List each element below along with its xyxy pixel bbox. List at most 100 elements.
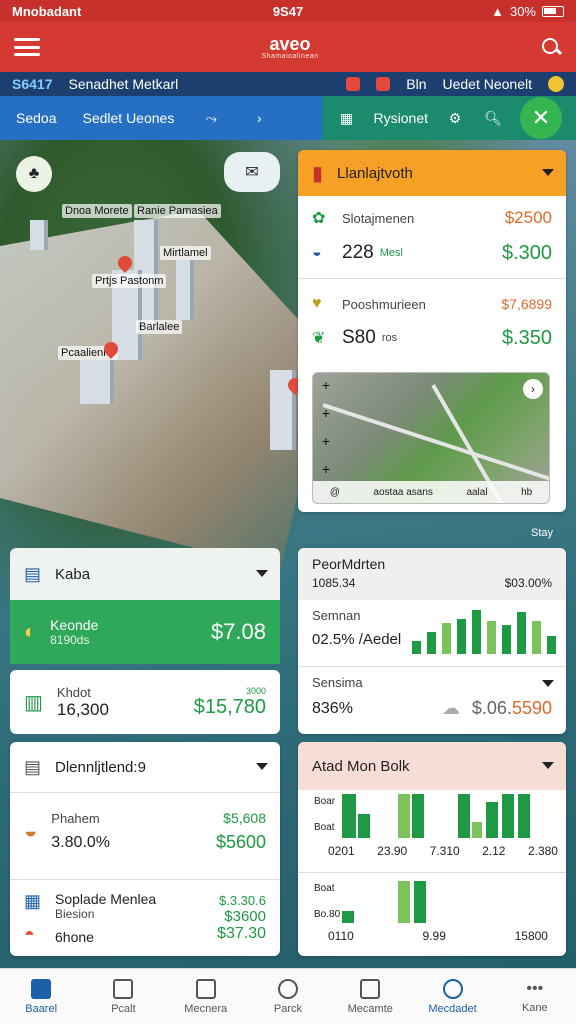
map-label[interactable]: Ranie Pamasiea [134,204,221,218]
listing-row[interactable]: ❦ S80 ros $.350 [298,321,566,355]
building [30,220,48,250]
chevron-down-icon[interactable] [256,569,268,579]
route-icon[interactable]: ⤳ [200,107,222,129]
map-label[interactable]: Dnoa Morete [62,204,132,218]
alert-icon[interactable] [346,77,361,91]
map-label[interactable]: Barlalee [136,320,183,334]
listing-card-title: Llanlajtvoth [337,164,413,182]
stats-card-header[interactable]: PeorMdrten 1085.34 $03.00% [298,548,566,600]
mini-map[interactable]: + + + + › @ aostaa asans aalal hb [312,372,550,504]
nav-item-doc[interactable]: Mecamte [329,969,411,1024]
highlight-price: $7.08 [210,619,266,644]
kaba-row[interactable]: ▥ Khdot 16,300 3000 $15,780 [10,670,280,734]
more-icon: ••• [526,979,544,997]
zoom-in-icon[interactable]: + [322,461,330,477]
tick-label: 7.310 [429,844,460,858]
nav-item-account[interactable]: Mecdadet [411,969,493,1024]
diner-row[interactable]: ◒ Phahem 3.80.0% $5,608 $5600 [10,793,280,869]
chart-bar [458,794,470,838]
chevron-down-icon[interactable] [256,762,268,772]
listing-row[interactable]: ✿ Slotajmenen $2500 [298,200,566,236]
listing-row[interactable]: ♥ Pooshmurieen $7,6899 [298,287,566,321]
app-bar: aveo Shamaioalinean [0,22,576,72]
close-icon[interactable]: ✕ [520,97,562,139]
zoom-in-icon[interactable]: + [322,433,330,449]
cloud-icon: ☁ [441,698,460,718]
chart-bar [412,794,424,838]
chart-label: Boar [314,796,336,807]
ticker-item: Bln [406,76,427,92]
nav-item-shop[interactable]: Pcalt [82,969,164,1024]
row-price: $15,780 [193,695,266,718]
flag-icon[interactable] [376,77,391,91]
bowl-icon: ◒ [312,244,322,261]
toolbar-tab-b[interactable]: Sedlet Ueones [82,110,174,126]
row-value: 836% [312,699,353,717]
chart-bar [414,881,426,923]
chevron-right-icon[interactable]: › [248,107,270,129]
building-icon: ▮ [312,162,324,185]
row-price-b: 5590 [511,698,552,718]
stats-row[interactable]: Sensima 836% ☁ $.06. 5590 [298,667,566,733]
leaf-icon: ❦ [312,330,326,347]
map-label[interactable]: Prtjs Pastonm [92,274,167,288]
gear-icon[interactable]: ⚙ [444,107,466,129]
row-price: $.300 [501,241,552,264]
nav-item-park[interactable]: Parck [247,969,329,1024]
zoom-in-icon[interactable]: + [322,405,330,421]
search-icon[interactable] [540,36,562,58]
mail-icon[interactable]: ✉ [224,152,280,192]
nav-label: Kane [521,1001,548,1014]
listing-row[interactable]: ◒ 228 Mesl $.300 [298,236,566,270]
coin-icon[interactable] [548,76,564,92]
chart-bar [427,632,436,654]
kaba-card-header[interactable]: ▤ Kaba [10,548,280,600]
nav-label: Mecdadet [428,1002,477,1015]
chart-bar [502,625,511,654]
search-icon[interactable]: 🔍︎ [482,107,504,129]
map-label[interactable]: Stay [528,526,556,540]
zoom-controls[interactable]: + + + + [317,377,335,477]
tick-label: 15800 [514,929,548,943]
bars-card-header[interactable]: Atad Mon Bolk [298,742,566,790]
location-icon[interactable]: ♣ [16,156,52,192]
chevron-down-icon[interactable] [542,168,554,178]
logo-text: aveo [269,33,311,54]
row-value: 228 [342,242,374,263]
mini-map-text: aalal [466,486,488,498]
lemon-icon: ◐ [24,620,37,643]
row-price-a: $.3.30.6 [219,893,266,908]
toolbar-tab-a[interactable]: Sedoa [16,110,56,126]
chart-label: Boat [314,883,335,894]
map-label[interactable]: Mirtlamel [160,246,211,260]
toolbar-right-label[interactable]: Rysionet [374,110,428,126]
diner-row[interactable]: ▦ ◓ Soplade Menlea Biesion 6hone $.3.30.… [10,880,280,956]
chevron-down-icon[interactable] [542,761,554,771]
kaba-highlight-row[interactable]: ◐ Keonde 8190ds $7.08 [10,600,280,664]
mini-map-text: @ [329,486,340,498]
nav-item-more[interactable]: ••• Kane [494,969,576,1024]
shop-icon: ▥ [24,691,43,714]
store-icon: ▦ [24,891,42,911]
mini-map-bar: @ aostaa asans aalal hb [313,481,549,503]
stats-row[interactable]: Semnan 02.5% /Aedel [298,600,566,666]
nav-item-chart[interactable]: Mecnera [165,969,247,1024]
chart-bar [502,794,514,838]
chart-bar [487,621,496,654]
grid-icon[interactable]: ▦ [336,107,358,129]
ticker-bar: S6417 Senadhet Metkarl Bln Uedet Neonelt [0,72,576,96]
row-tag: Mesl [379,247,403,259]
listing-card-header[interactable]: ▮ Llanlajtvoth [298,150,566,196]
diner-card-header[interactable]: ▤ Dlennljtlend:9 [10,742,280,792]
bars-card: Atad Mon Bolk Boar Boat 0201 23.90 7.310… [298,742,566,956]
building [80,360,114,404]
expand-icon[interactable]: › [523,379,543,399]
zoom-in-icon[interactable]: + [322,377,330,393]
menu-icon[interactable] [14,38,40,56]
chevron-down-icon[interactable] [542,679,554,689]
row-label: Sensima [312,675,363,690]
chart-bar [517,612,526,654]
row-value: 6hone [55,929,94,945]
nav-item-home[interactable]: Baarel [0,969,82,1024]
row-price-c: $37.30 [217,925,266,942]
